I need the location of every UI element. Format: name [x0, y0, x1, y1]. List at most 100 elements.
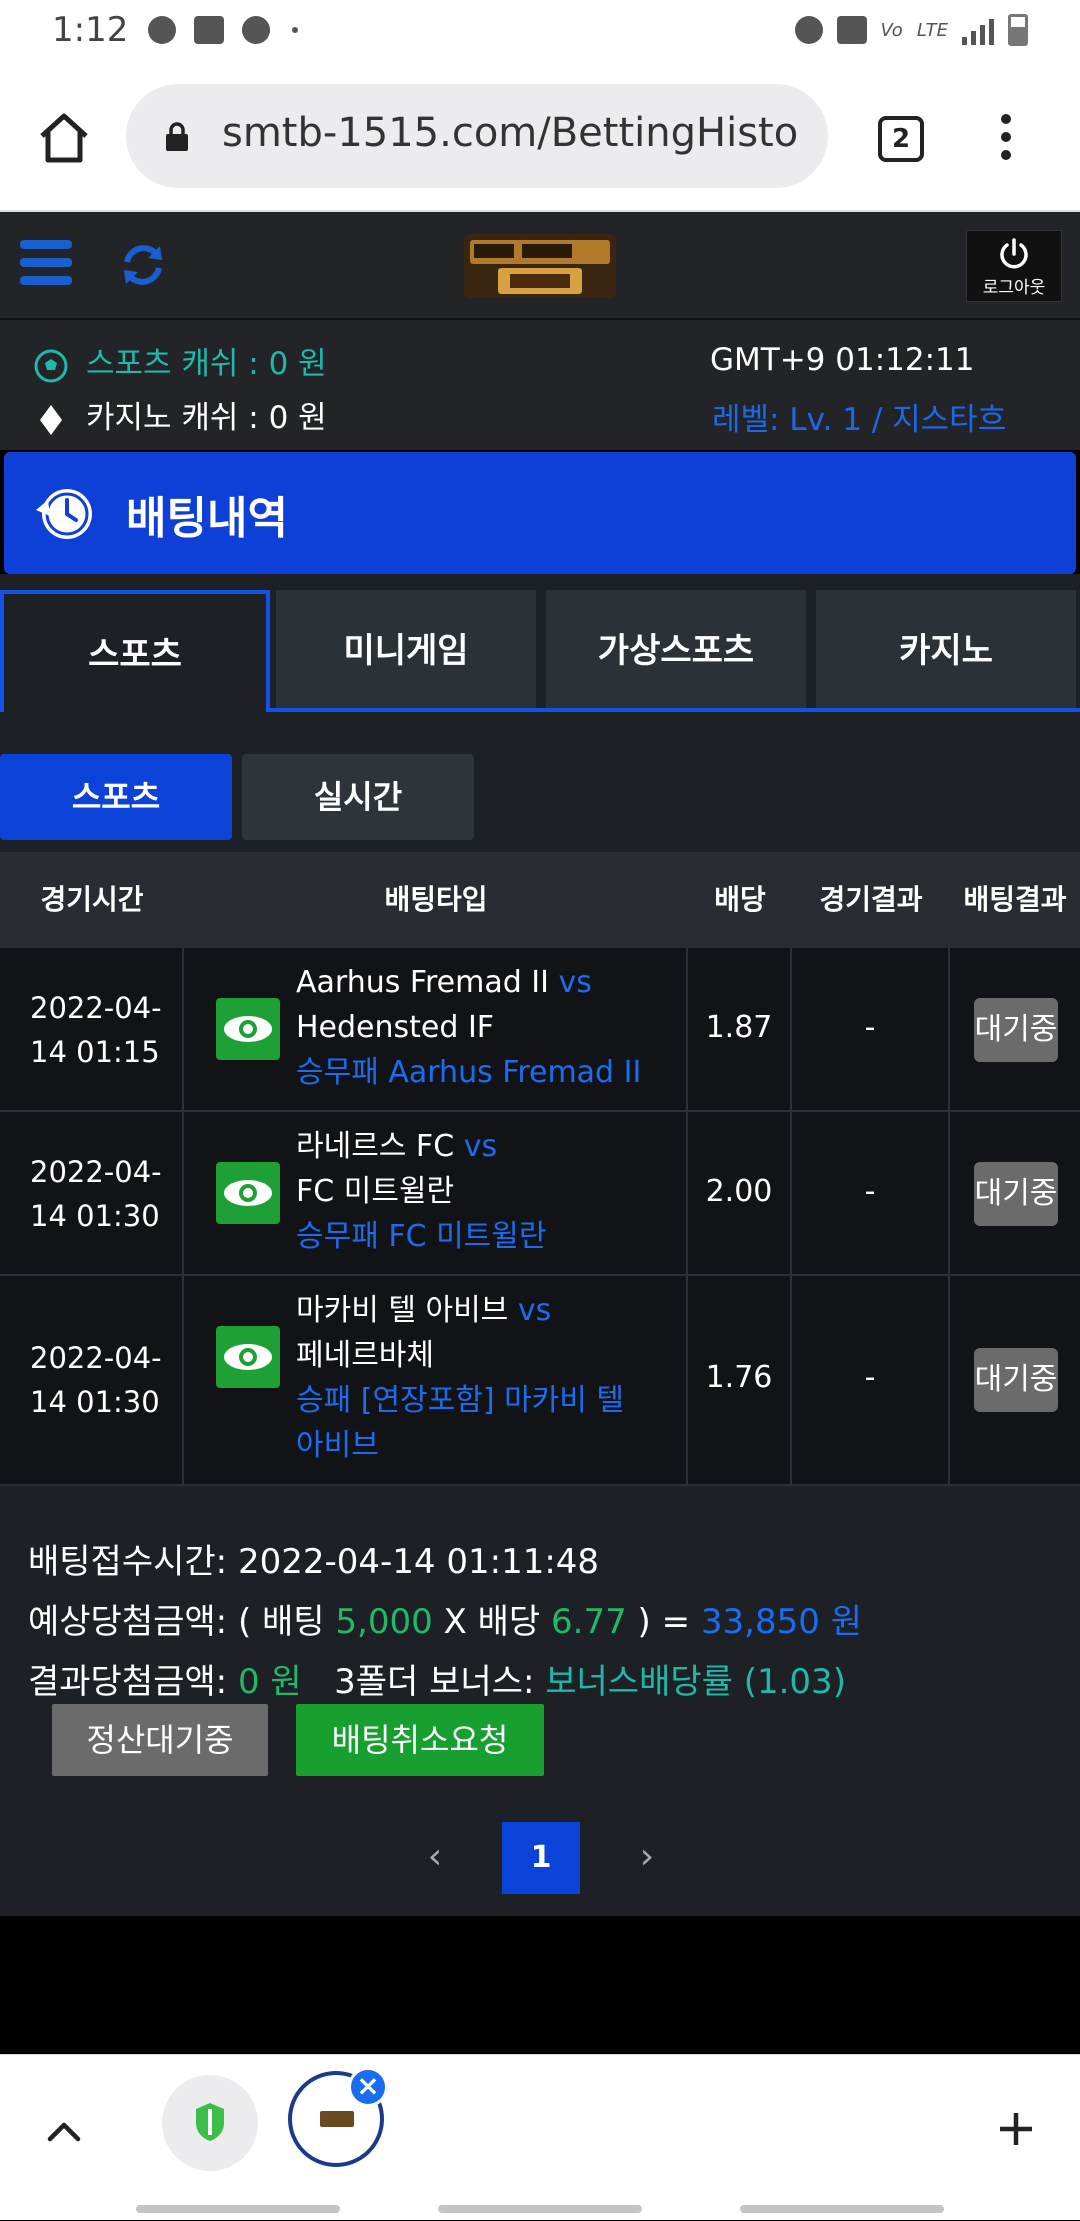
settle-pending-button[interactable]: 정산대기중: [52, 1704, 268, 1776]
view-detail-button[interactable]: [216, 1326, 280, 1388]
shield-icon: [196, 2103, 224, 2141]
close-tab-icon[interactable]: ×: [348, 2067, 388, 2107]
system-nav-bar: [0, 2195, 1080, 2221]
received-time-line: 배팅접수시간: 2022-04-14 01:11:48: [28, 1534, 599, 1583]
home-icon[interactable]: [36, 110, 92, 166]
tab-minigame[interactable]: 미니게임: [276, 590, 536, 712]
match-info: Aarhus Fremad II vs Hedensted IF 승무패 Aar…: [296, 960, 676, 1095]
status-badge: 대기중: [974, 1348, 1058, 1412]
home-team: Aarhus Fremad II: [296, 965, 549, 1000]
subtab-sports[interactable]: 스포츠: [0, 754, 232, 840]
match-time-cell: 2022-04- 14 01:30: [0, 1276, 184, 1484]
site-logo[interactable]: [460, 228, 620, 304]
url-text: smtb-1515.com/BettingHisto: [222, 110, 799, 156]
browser-menu-icon[interactable]: [996, 114, 1016, 164]
coffee-icon: [148, 16, 176, 44]
odds-value: 1.87: [705, 1010, 773, 1045]
chevron-up-icon[interactable]: [44, 2113, 84, 2153]
logout-label: 로그아웃: [982, 278, 1046, 298]
tab-underline: [266, 708, 1080, 712]
image-icon: [194, 16, 224, 44]
expected-win-line: 예상당첨금액: ( 배팅 5,000 X 배당 6.77 ) = 33,850 …: [28, 1594, 862, 1643]
match-info: 마카비 텔 아비브 vs 페네르바체 승패 [연장포함] 마카비 텔 아비브: [296, 1288, 636, 1468]
bonus-value: 보너스배당률 (1.03): [545, 1662, 846, 1702]
chat-icon: [242, 16, 270, 44]
account-info-bar: 스포츠 캐쉬 : 0 원 카지노 캐쉬 : 0 원 GMT+9 01:12:11…: [0, 320, 1080, 450]
more-notifications-icon: [292, 27, 298, 33]
pagination-prev[interactable]: ‹: [420, 1836, 450, 1877]
cancel-bet-button[interactable]: 배팅취소요청: [296, 1704, 544, 1776]
sports-cash-row: 스포츠 캐쉬 : 0 원: [34, 338, 327, 383]
volte-icon: Vo: [880, 19, 903, 41]
col-match-time: 경기시간: [40, 883, 144, 916]
page-title-bar: 배팅내역: [4, 452, 1076, 574]
notification-icons: [148, 16, 298, 44]
bet-type-cell: 마카비 텔 아비브 vs 페네르바체 승패 [연장포함] 마카비 텔 아비브: [184, 1276, 688, 1484]
page-bottom-spacer: [0, 1916, 1080, 2054]
table-row: 2022-04- 14 01:15 Aarhus Fremad II vs Hed…: [0, 948, 1080, 1112]
match-result-cell: -: [792, 1276, 950, 1484]
refresh-icon[interactable]: [120, 242, 166, 288]
tab-casino[interactable]: 카지노: [816, 590, 1076, 712]
bet-pick: 승무패 FC 미트윌란: [296, 1219, 547, 1254]
nav-home[interactable]: [438, 2205, 642, 2213]
subtab-live[interactable]: 실시간: [242, 754, 474, 840]
away-team: Hedensted IF: [296, 1010, 495, 1045]
equals-label: ) =: [637, 1602, 691, 1642]
tab-switcher-button[interactable]: 2: [878, 116, 924, 162]
match-hour: 14 01:15: [30, 1035, 160, 1069]
odds-cell: 1.76: [688, 1276, 792, 1484]
match-date: 2022-04-: [30, 1341, 162, 1375]
alarm-icon: [794, 16, 823, 44]
status-badge: 대기중: [974, 998, 1058, 1062]
col-odds: 배당: [714, 883, 766, 916]
status-time: 1:12: [52, 10, 129, 50]
match-result-cell: -: [792, 948, 950, 1110]
result-win-line: 결과당첨금액: 0 원 3폴더 보너스: 보너스배당률 (1.03): [28, 1654, 846, 1703]
result-label: 결과당첨금액:: [28, 1662, 228, 1702]
diamond-icon: [40, 404, 62, 435]
bet-result-cell: 대기중: [950, 948, 1080, 1110]
nav-recents[interactable]: [136, 2205, 340, 2213]
logout-button[interactable]: 로그아웃: [966, 230, 1062, 302]
match-date: 2022-04-: [30, 991, 162, 1025]
mute-icon: [836, 16, 867, 44]
history-clock-icon: [36, 489, 92, 539]
nav-back[interactable]: [740, 2205, 944, 2213]
vs-label: vs: [517, 1293, 552, 1328]
table-row: 2022-04- 14 01:30 라네르스 FC vs FC 미트윌란 승무패 …: [0, 1112, 1080, 1276]
table-header: 경기시간 배팅타입 배당 경기결과 배팅결과: [0, 852, 1080, 948]
view-detail-button[interactable]: [216, 1162, 280, 1224]
odds-cell: 2.00: [688, 1112, 792, 1274]
casino-cash-text: 카지노 캐쉬 : 0 원: [86, 400, 327, 436]
bet-pick: 승무패 Aarhus Fremad II: [296, 1055, 642, 1090]
pagination-current-page[interactable]: 1: [502, 1822, 580, 1894]
match-info: 라네르스 FC vs FC 미트윌란 승무패 FC 미트윌란: [296, 1124, 676, 1259]
away-team: FC 미트윌란: [296, 1174, 455, 1209]
browser-tab-strip: ×: [0, 2054, 1080, 2220]
eye-icon: [224, 1180, 272, 1206]
col-bet-result: 배팅결과: [963, 883, 1067, 916]
table-row: 2022-04- 14 01:30 마카비 텔 아비브 vs 페네르바체 승패 […: [0, 1276, 1080, 1486]
address-bar[interactable]: smtb-1515.com/BettingHisto: [126, 84, 828, 188]
tab-sports[interactable]: 스포츠: [0, 590, 270, 712]
browser-toolbar: smtb-1515.com/BettingHisto 2: [0, 62, 1080, 212]
battery-icon: [1008, 14, 1028, 46]
sports-cash-text: 스포츠 캐쉬 : 0 원: [86, 346, 327, 382]
casino-cash-row: 카지노 캐쉬 : 0 원: [34, 392, 327, 437]
tab-virtual-sports[interactable]: 가상스포츠: [546, 590, 806, 712]
lock-icon: [166, 122, 188, 151]
match-result-value: -: [864, 1010, 876, 1045]
browser-tab-thumbnail[interactable]: [162, 2075, 258, 2171]
bet-result-cell: 대기중: [950, 1112, 1080, 1274]
view-detail-button[interactable]: [216, 998, 280, 1060]
pagination-next[interactable]: ›: [632, 1836, 662, 1877]
eye-icon: [224, 1016, 272, 1042]
new-tab-icon[interactable]: [996, 2109, 1036, 2149]
user-level: 레벨: Lv. 1 / 지스타흐: [712, 402, 1007, 438]
home-team: 라네르스 FC: [296, 1129, 455, 1164]
match-hour: 14 01:30: [30, 1199, 160, 1233]
odds-value: 2.00: [705, 1174, 773, 1209]
vs-label: vs: [558, 965, 592, 1000]
hamburger-menu-icon[interactable]: [20, 240, 72, 292]
